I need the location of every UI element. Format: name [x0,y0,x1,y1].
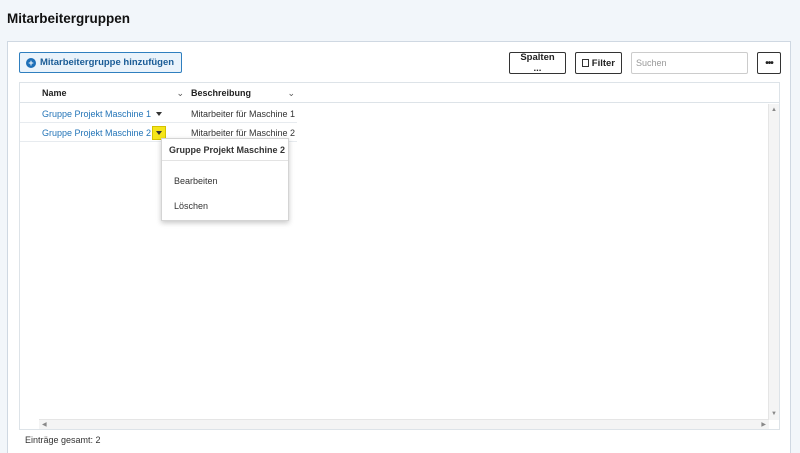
caret-down-icon [156,131,162,135]
main-panel: + Mitarbeitergruppe hinzufügen Spalten .… [7,41,791,453]
scroll-down-icon[interactable]: ▼ [771,410,777,418]
table-row: Gruppe Projekt Maschine 1 Mitarbeiter fü… [20,104,297,123]
horizontal-scrollbar[interactable]: ◀ ▶ [39,419,769,429]
total-entries: Einträge gesamt: 2 [25,435,101,445]
scroll-right-icon[interactable]: ▶ [761,421,766,429]
more-options-button[interactable]: ••• [757,52,781,74]
grid-header: Name ⌄ Beschreibung ⌄ [20,83,779,103]
search-input[interactable] [631,52,748,74]
column-header-label: Beschreibung [191,88,252,98]
page-title: Mitarbeitergruppen [7,11,131,26]
columns-button[interactable]: Spalten ... [509,52,566,74]
caret-down-icon [156,112,162,116]
group-name-link[interactable]: Gruppe Projekt Maschine 1 [42,104,151,123]
group-description: Mitarbeiter für Maschine 1 [191,108,296,119]
scroll-left-icon[interactable]: ◀ [42,421,47,429]
menu-item-edit[interactable]: Bearbeiten [174,176,218,186]
chevron-down-icon[interactable]: ⌄ [287,88,295,99]
row-actions-dropdown: Gruppe Projekt Maschine 2 Bearbeiten Lös… [161,138,289,221]
data-grid: Name ⌄ Beschreibung ⌄ Gruppe Projekt Mas… [19,82,780,430]
divider [162,160,288,161]
plus-circle-icon: + [26,57,36,68]
column-header-name[interactable]: Name ⌄ [42,83,186,103]
column-header-description[interactable]: Beschreibung ⌄ [191,83,297,103]
filter-button[interactable]: Filter [575,52,622,74]
scroll-up-icon[interactable]: ▲ [771,106,777,114]
dropdown-title: Gruppe Projekt Maschine 2 [169,145,286,155]
menu-item-delete[interactable]: Löschen [174,201,208,211]
add-group-button[interactable]: + Mitarbeitergruppe hinzufügen [19,52,183,73]
filter-label: Filter [591,57,615,69]
chevron-down-icon[interactable]: ⌄ [176,88,184,99]
vertical-scrollbar[interactable]: ▲ ▼ [768,104,779,420]
row-actions-button[interactable] [152,107,166,121]
add-group-label: Mitarbeitergruppe hinzufügen [40,57,175,68]
group-name-link[interactable]: Gruppe Projekt Maschine 2 [42,123,151,142]
checkbox-icon [582,59,589,67]
column-header-label: Name [42,88,67,98]
